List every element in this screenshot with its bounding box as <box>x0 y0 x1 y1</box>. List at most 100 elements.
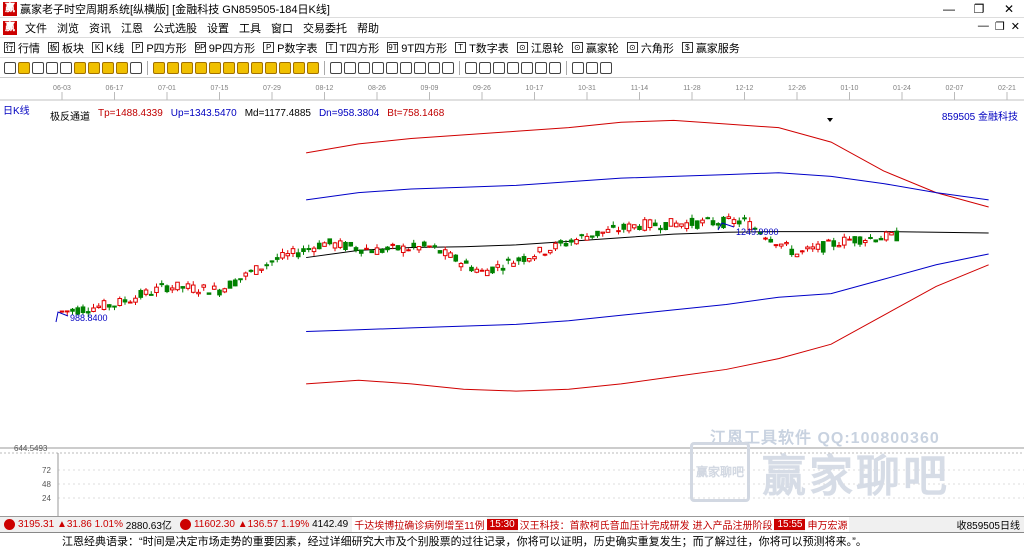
drawing-tool-1-icon[interactable] <box>18 61 30 74</box>
candle-body <box>810 246 816 250</box>
news-ticker-2[interactable]: 汉王科技：首款柯氏音血压计完成研发 进入产品注册阶段 <box>517 517 775 532</box>
close-button[interactable]: ✕ <box>994 0 1024 18</box>
toolbar-sector-button[interactable]: 板板块 <box>44 40 88 56</box>
drawing-tool-39-icon[interactable] <box>535 61 547 74</box>
drawing-tool-9-icon[interactable] <box>130 61 142 74</box>
drawing-tool-7-icon[interactable] <box>102 61 114 74</box>
drawing-tool-42-icon[interactable] <box>572 61 584 74</box>
candle-body <box>637 225 642 231</box>
candle-body <box>621 223 627 230</box>
sz-index[interactable]: 11602.30 ▲136.57 1.19% 4142.49 <box>176 519 352 530</box>
menu-help[interactable]: 帮助 <box>352 20 384 36</box>
news-ticker-1[interactable]: 千达埃博拉确诊病例增至11例 <box>352 517 487 532</box>
candle-body <box>448 252 453 258</box>
candle-body <box>364 247 369 250</box>
maximize-button[interactable]: ❐ <box>964 0 994 18</box>
drawing-tool-40-icon[interactable] <box>549 61 561 74</box>
toolbar-gann-wheel-button[interactable]: ⊙ 江恩轮 <box>513 40 568 56</box>
candle-body <box>841 236 847 246</box>
drawing-tool-30-icon[interactable] <box>414 61 426 74</box>
drawing-tool-22-icon[interactable] <box>307 61 319 74</box>
child-minimize-button[interactable]: — <box>978 20 989 33</box>
menu-formula[interactable]: 公式选股 <box>148 20 202 36</box>
drawing-tool-15-icon[interactable] <box>209 61 221 74</box>
menu-window[interactable]: 窗口 <box>266 20 298 36</box>
drawing-tool-35-icon[interactable] <box>479 61 491 74</box>
drawing-tool-25-icon[interactable] <box>344 61 356 74</box>
toolbar-p-table-button[interactable]: P P数字表 <box>259 40 321 56</box>
band-tp <box>306 119 989 208</box>
toolbar-p-square-button[interactable]: P P四方形 <box>128 40 190 56</box>
drawing-tool-37-icon[interactable] <box>507 61 519 74</box>
toolbar-t-square-button[interactable]: T T四方形 <box>322 40 384 56</box>
drawing-tool-0-icon[interactable] <box>4 61 16 74</box>
drawing-tool-14-icon[interactable] <box>195 61 207 74</box>
candle-body <box>248 269 254 272</box>
menu-settings[interactable]: 设置 <box>202 20 234 36</box>
drawing-tool-4-icon[interactable] <box>60 61 72 74</box>
drawing-tool-5-icon[interactable] <box>74 61 86 74</box>
drawing-tool-36-icon[interactable] <box>493 61 505 74</box>
drawing-tool-6-icon[interactable] <box>88 61 100 74</box>
drawing-tool-18-icon[interactable] <box>251 61 263 74</box>
candle-body <box>836 245 842 248</box>
drawing-tool-38-icon[interactable] <box>521 61 533 74</box>
news-ticker-3[interactable]: 申万宏源 <box>805 517 850 532</box>
menu-file[interactable]: 文件 <box>20 20 52 36</box>
drawing-tool-27-icon[interactable] <box>372 61 384 74</box>
candle-body <box>568 239 574 243</box>
candle-body <box>442 249 448 257</box>
candle-body <box>106 304 112 308</box>
drawing-tool-32-icon[interactable] <box>442 61 454 74</box>
date-tick: 01-10 <box>841 85 859 92</box>
menu-browse[interactable]: 浏览 <box>52 20 84 36</box>
drawing-tool-12-icon[interactable] <box>167 61 179 74</box>
toolbar-hexagon-button[interactable]: ⊙ 六角形 <box>623 40 678 56</box>
drawing-tool-20-icon[interactable] <box>279 61 291 74</box>
drawing-tool-8-icon[interactable] <box>116 61 128 74</box>
drawing-toolbar <box>0 58 1024 78</box>
sh-index[interactable]: 3195.31 ▲31.86 1.01% 2880.63亿 <box>0 517 176 532</box>
child-restore-button[interactable]: ❐ <box>995 20 1005 33</box>
candle-body <box>374 247 380 255</box>
drawing-tool-28-icon[interactable] <box>386 61 398 74</box>
drawing-tool-2-icon[interactable] <box>32 61 44 74</box>
drawing-tool-34-icon[interactable] <box>465 61 477 74</box>
p-square-icon: P <box>132 42 144 53</box>
toolbar-winner-wheel-button[interactable]: ⊙ 赢家轮 <box>568 40 623 56</box>
candle-body <box>206 292 212 295</box>
candle-body <box>243 272 249 277</box>
toolbar-9t-square-button[interactable]: 9T 9T四方形 <box>383 40 451 56</box>
toolbar-service-button[interactable]: $ 赢家服务 <box>678 40 744 56</box>
drawing-tool-13-icon[interactable] <box>181 61 193 74</box>
candle-body <box>726 216 732 219</box>
candle-body <box>406 249 411 252</box>
drawing-tool-26-icon[interactable] <box>358 61 370 74</box>
menu-tools[interactable]: 工具 <box>234 20 266 36</box>
drawing-tool-17-icon[interactable] <box>237 61 249 74</box>
drawing-tool-16-icon[interactable] <box>223 61 235 74</box>
candle-body <box>80 306 86 314</box>
drawing-tool-11-icon[interactable] <box>153 61 165 74</box>
drawing-tool-21-icon[interactable] <box>293 61 305 74</box>
menu-gann[interactable]: 江恩 <box>116 20 148 36</box>
drawing-tool-19-icon[interactable] <box>265 61 277 74</box>
drawing-tool-24-icon[interactable] <box>330 61 342 74</box>
menu-trade[interactable]: 交易委托 <box>298 20 352 36</box>
candle-body <box>511 262 516 267</box>
toolbar-t-table-button[interactable]: T T数字表 <box>451 40 513 56</box>
candle-body <box>532 256 537 260</box>
candle-body <box>889 232 894 236</box>
toolbar-quotes-button[interactable]: 行行情 <box>0 40 44 56</box>
drawing-tool-31-icon[interactable] <box>428 61 440 74</box>
toolbar-9p-square-button[interactable]: 9P 9P四方形 <box>191 40 259 56</box>
candle-body <box>385 246 390 251</box>
drawing-tool-43-icon[interactable] <box>586 61 598 74</box>
menu-info[interactable]: 资讯 <box>84 20 116 36</box>
drawing-tool-44-icon[interactable] <box>600 61 612 74</box>
toolbar-kline-button[interactable]: K K线 <box>88 40 128 56</box>
child-close-button[interactable]: ✕ <box>1011 20 1020 33</box>
drawing-tool-3-icon[interactable] <box>46 61 58 74</box>
drawing-tool-29-icon[interactable] <box>400 61 412 74</box>
minimize-button[interactable]: — <box>934 0 964 18</box>
